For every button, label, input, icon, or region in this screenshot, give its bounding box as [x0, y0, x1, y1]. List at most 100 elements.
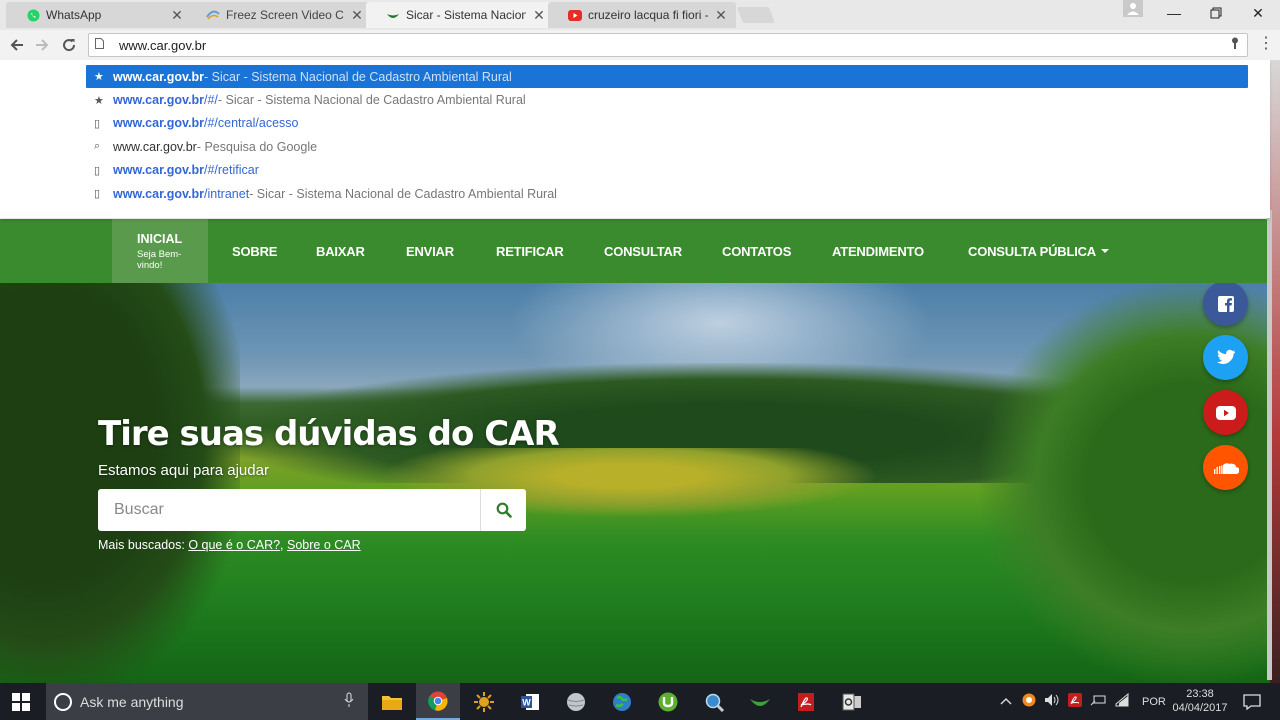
language-indicator[interactable]: POR	[1142, 696, 1166, 708]
tab-title: Freez Screen Video Captu	[226, 8, 344, 22]
nav-baixar[interactable]: BAIXAR	[316, 219, 365, 283]
outlook-icon[interactable]	[830, 683, 874, 720]
site-nav: INICIAL Seja Bem-vindo! SOBRE BAIXAR ENV…	[0, 219, 1270, 283]
nav-home[interactable]: INICIAL Seja Bem-vindo!	[112, 219, 208, 283]
hero-title: Tire suas dúvidas do CAR	[98, 414, 560, 454]
whatsapp-icon	[26, 8, 40, 22]
forward-button[interactable]	[31, 34, 53, 56]
wifi-icon[interactable]	[1114, 692, 1130, 710]
soundcloud-icon	[1213, 462, 1239, 474]
close-icon[interactable]: ✕	[532, 7, 546, 24]
new-tab-button[interactable]	[737, 7, 775, 23]
sicar-app-icon[interactable]	[738, 683, 782, 720]
suggestion-item[interactable]: ★ www.car.gov.br - Sicar - Sistema Nacio…	[86, 65, 1248, 89]
popular-link-what-is-car[interactable]: O que é o CAR?	[188, 538, 280, 552]
search-input[interactable]	[98, 489, 480, 531]
youtube-button[interactable]	[1203, 390, 1248, 435]
suggestion-item[interactable]: ⌕ www.car.gov.br - Pesquisa do Google	[86, 135, 1248, 158]
suggestion-item[interactable]: ▯ www.car.gov.br/#/central/acesso	[86, 112, 1248, 135]
suggestion-item[interactable]: ★ www.car.gov.br/#/ - Sicar - Sistema Na…	[86, 88, 1248, 111]
volume-icon[interactable]	[1044, 693, 1060, 710]
nav-enviar[interactable]: ENVIAR	[406, 219, 454, 283]
address-bar[interactable]	[88, 33, 1248, 57]
tab-youtube[interactable]: cruzeiro lacqua fi fiori - Y ✕	[548, 2, 736, 28]
clock-time: 23:38	[1186, 688, 1214, 700]
caret-down-icon	[1101, 249, 1109, 253]
popular-label: Mais buscados:	[98, 538, 189, 552]
search-button[interactable]	[480, 489, 526, 531]
file-explorer-icon[interactable]	[370, 683, 414, 720]
cortana-icon	[54, 692, 72, 711]
hero-subtitle: Estamos aqui para ajudar	[98, 462, 269, 479]
battery-icon[interactable]	[1090, 693, 1106, 710]
page-icon: ▯	[94, 188, 101, 201]
nav-consulta-publica[interactable]: CONSULTA PÚBLICA	[968, 219, 1109, 283]
maximize-button[interactable]	[1194, 0, 1238, 26]
youtube-icon	[568, 8, 582, 22]
soundcloud-button[interactable]	[1203, 445, 1248, 490]
omnibox-suggestions: ★ www.car.gov.br - Sicar - Sistema Nacio…	[0, 60, 1270, 218]
page-icon: ▯	[94, 117, 101, 130]
nav-sobre[interactable]: SOBRE	[232, 219, 277, 283]
key-icon[interactable]	[1231, 37, 1239, 53]
tab-sicar[interactable]: Sicar - Sistema Nacional ✕	[366, 2, 554, 28]
tab-whatsapp[interactable]: WhatsApp ✕	[6, 2, 192, 28]
sun-app-icon[interactable]	[462, 683, 506, 720]
globe-icon[interactable]	[554, 683, 598, 720]
nav-consultar[interactable]: CONSULTAR	[604, 219, 682, 283]
suggestion-item[interactable]: ▯ www.car.gov.br/intranet - Sicar - Sist…	[86, 182, 1248, 205]
nav-home-subtitle: Seja Bem-vindo!	[137, 249, 182, 271]
twitter-button[interactable]	[1203, 335, 1248, 380]
back-button[interactable]	[6, 34, 28, 56]
nav-atendimento[interactable]: ATENDIMENTO	[832, 219, 924, 283]
svg-text:W: W	[522, 697, 531, 707]
clock-date: 04/04/2017	[1172, 702, 1228, 714]
popular-link-about-car[interactable]: Sobre o CAR	[287, 538, 361, 552]
search-app-icon[interactable]	[692, 683, 736, 720]
suggestion-title: - Sicar - Sistema Nacional de Cadastro A…	[204, 69, 512, 84]
nav-retificar[interactable]: RETIFICAR	[496, 219, 564, 283]
tab-freez[interactable]: Freez Screen Video Captu ✕	[186, 2, 372, 28]
nav-contatos[interactable]: CONTATOS	[722, 219, 791, 283]
menu-icon[interactable]: ⋮	[1258, 36, 1274, 52]
tab-strip: WhatsApp ✕ Freez Screen Video Captu ✕ Si…	[0, 0, 1280, 30]
reload-button[interactable]	[58, 34, 80, 56]
pdf-icon[interactable]	[784, 683, 828, 720]
word-icon[interactable]: W	[508, 683, 552, 720]
close-icon[interactable]: ✕	[170, 7, 184, 24]
chrome-icon[interactable]	[416, 683, 460, 720]
system-tray: POR	[1000, 683, 1166, 720]
freez-icon	[206, 8, 220, 22]
clock[interactable]: 23:38 04/04/2017	[1168, 687, 1232, 715]
chevron-up-icon[interactable]	[1000, 696, 1012, 708]
sicar-icon	[386, 8, 400, 22]
tab-title: Sicar - Sistema Nacional	[406, 8, 526, 22]
minimize-button[interactable]: —	[1152, 0, 1196, 26]
address-input[interactable]	[119, 37, 1019, 53]
close-window-button[interactable]: ✕	[1236, 0, 1280, 26]
bookmark-star-icon: ★	[94, 71, 104, 84]
scrollbar[interactable]	[1267, 210, 1272, 680]
taskbar: Ask me anything W POR 23:38 04/04/2017	[0, 683, 1280, 720]
close-icon[interactable]: ✕	[714, 7, 728, 24]
suggestion-title: - Pesquisa do Google	[196, 139, 318, 154]
suggestion-title: - Sicar - Sistema Nacional de Cadastro A…	[249, 186, 557, 201]
close-icon[interactable]: ✕	[350, 7, 364, 24]
facebook-button[interactable]	[1203, 283, 1248, 326]
cortana-search[interactable]: Ask me anything	[46, 683, 368, 720]
acrobat-tray-icon[interactable]	[1068, 693, 1082, 710]
page-icon: ▯	[94, 164, 101, 177]
internet-globe-icon[interactable]	[600, 683, 644, 720]
microphone-icon[interactable]	[344, 692, 354, 711]
windows-start-icon[interactable]	[12, 693, 30, 711]
profile-icon[interactable]	[1123, 0, 1143, 17]
popular-searches: Mais buscados: O que é o CAR?, Sobre o C…	[98, 538, 361, 552]
nav-consulta-publica-label: CONSULTA PÚBLICA	[968, 243, 1096, 259]
facebook-icon	[1217, 295, 1234, 312]
notifications-icon[interactable]	[1232, 683, 1272, 720]
suggestion-item[interactable]: ▯ www.car.gov.br/#/retificar	[86, 159, 1248, 182]
page-icon	[95, 38, 111, 52]
search-icon: ⌕	[94, 140, 101, 153]
utorrent-icon[interactable]	[646, 683, 690, 720]
avast-icon[interactable]	[1022, 693, 1036, 710]
